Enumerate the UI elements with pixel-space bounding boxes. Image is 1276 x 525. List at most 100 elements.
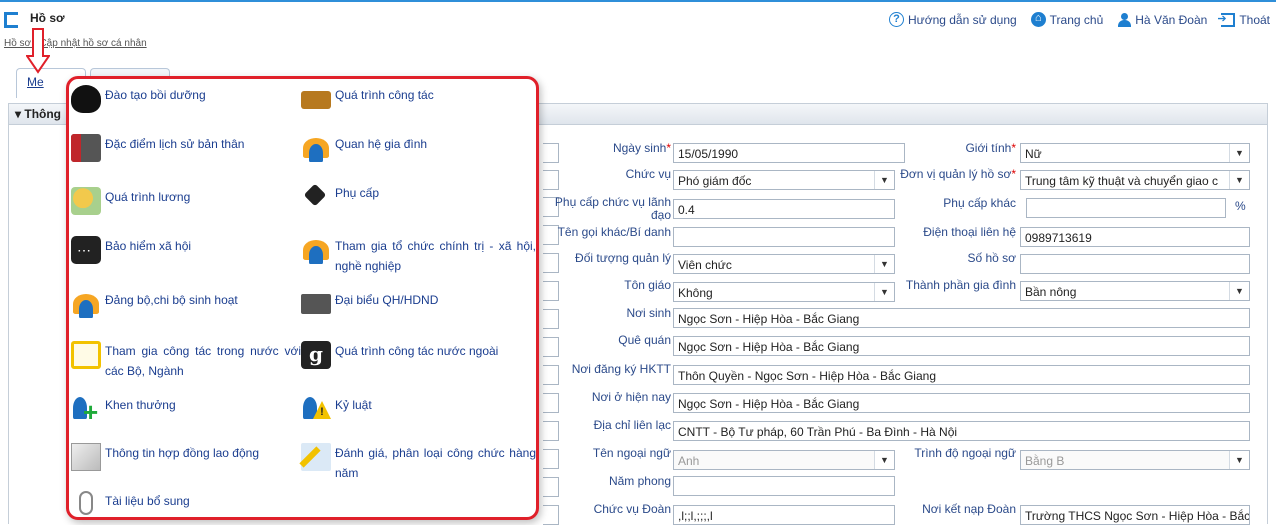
- dob-label: Ngày sinh*: [612, 141, 671, 155]
- user-label: Hà Văn Đoàn: [1135, 12, 1208, 27]
- menu-item-training[interactable]: Đào tạo bồi dưỡng: [71, 85, 296, 113]
- family-class-select[interactable]: Bần nông ▼: [1020, 281, 1250, 301]
- chevron-down-icon: ▼: [1229, 282, 1249, 300]
- delegate-card-icon: [301, 294, 331, 314]
- unit-label: Đơn vị quản lý hồ sơ*: [900, 167, 1016, 181]
- youth-join-label: Nơi kết nạp Đoàn: [922, 502, 1016, 516]
- menu-item-personal-history[interactable]: Đặc điểm lịch sử bản thân: [71, 134, 296, 162]
- menu-item-family[interactable]: Quan hệ gia đình: [301, 134, 533, 162]
- youth-position-label: Chức vụ Đoàn: [593, 502, 671, 516]
- graduation-cap-icon: [71, 85, 101, 113]
- subject-select[interactable]: Viên chức ▼: [673, 254, 895, 274]
- user-link[interactable]: Hà Văn Đoàn: [1117, 12, 1208, 27]
- language-level-label: Trình độ ngoại ngữ: [914, 446, 1016, 460]
- unit-select[interactable]: Trung tâm kỹ thuật và chuyển giao c ▼: [1020, 170, 1250, 190]
- residence-label: Nơi ở hiện nay: [591, 390, 671, 404]
- menu-item-domestic-work[interactable]: Tham gia công tác trong nước với các Bộ,…: [71, 341, 301, 381]
- annotation-arrow-icon: [26, 28, 50, 74]
- menu-item-salary[interactable]: Quá trình lương: [71, 187, 296, 215]
- coins-icon: [71, 187, 101, 215]
- family-class-label: Thành phần gia đình: [905, 278, 1016, 292]
- logout-link[interactable]: Thoát: [1217, 12, 1270, 27]
- profile-menu-popup: Đào tạo bồi dưỡng Đặc điểm lịch sử bản t…: [66, 76, 539, 520]
- address-label: Địa chỉ liên lạc: [593, 418, 671, 432]
- menu-item-labor-contract[interactable]: Thông tin hợp đồng lao động: [71, 443, 296, 471]
- chevron-down-icon: ▼: [874, 255, 894, 273]
- paperclip-icon: [79, 491, 93, 515]
- menu-item-attachments[interactable]: Tài liệu bổ sung: [71, 491, 296, 515]
- help-link[interactable]: ? Hướng dẫn sử dụng: [889, 12, 1017, 27]
- app-title: Hồ sơ: [30, 11, 65, 25]
- menu-item-work-history[interactable]: Quá trình công tác: [301, 85, 533, 109]
- award-year-input[interactable]: [673, 476, 895, 496]
- gender-select[interactable]: Nữ ▼: [1020, 143, 1250, 163]
- residence-input[interactable]: Ngọc Sơn - Hiệp Hòa - Bắc Giang: [673, 393, 1250, 413]
- menu-item-allowance[interactable]: Phụ cấp: [301, 183, 533, 211]
- top-nav: ? Hướng dẫn sử dụng ⌂ Trang chủ Hà Văn Đ…: [889, 12, 1270, 27]
- alias-input[interactable]: [673, 227, 895, 247]
- subject-label: Đối tượng quản lý: [575, 251, 671, 265]
- religion-label: Tôn giáo: [624, 278, 671, 292]
- help-icon: ?: [889, 12, 904, 27]
- document-icon: [71, 443, 101, 471]
- youth-join-input[interactable]: Trường THCS Ngọc Sơn - Hiệp Hòa - Bắc G: [1020, 505, 1250, 525]
- tag-icon: [301, 183, 331, 211]
- briefcase-icon: [301, 91, 331, 109]
- birthplace-input[interactable]: Ngọc Sơn - Hiệp Hòa - Bắc Giang: [673, 308, 1250, 328]
- warning-icon: [301, 395, 331, 423]
- alias-label: Tên gọi khác/Bí danh: [557, 225, 671, 239]
- logout-label: Thoát: [1239, 12, 1270, 27]
- phone-input[interactable]: 0989713619: [1020, 227, 1250, 247]
- leader-allowance-label: Phụ cấp chức vụ lãnh đạo: [554, 195, 671, 222]
- position-select[interactable]: Phó giám đốc ▼: [673, 170, 895, 190]
- chevron-down-icon: ▼: [1229, 171, 1249, 189]
- menu-item-organizations[interactable]: Tham gia tổ chức chính trị - xã hội, ngh…: [301, 236, 536, 276]
- bag-icon: [71, 341, 101, 369]
- menu-item-discipline[interactable]: Kỷ luật: [301, 395, 533, 423]
- position-label: Chức vụ: [625, 167, 671, 181]
- home-icon: ⌂: [1030, 12, 1046, 27]
- leader-allowance-input[interactable]: 0.4: [673, 199, 895, 219]
- user-add-icon: [71, 395, 101, 425]
- home-link[interactable]: ⌂ Trang chủ: [1030, 12, 1104, 27]
- organization-icon: [301, 236, 331, 264]
- chevron-down-icon: ▼: [1229, 451, 1249, 469]
- menu-item-delegate[interactable]: Đại biểu QH/HDND: [301, 290, 533, 314]
- id-card-icon: [71, 134, 101, 162]
- other-allowance-label: Phụ cấp khác: [943, 196, 1016, 210]
- hometown-input[interactable]: Ngọc Sơn - Hiệp Hòa - Bắc Giang: [673, 336, 1250, 356]
- menu-item-rewards[interactable]: Khen thưởng: [71, 395, 296, 425]
- language-level-select[interactable]: Bằng B ▼: [1020, 450, 1250, 470]
- menu-item-overseas-work[interactable]: g Quá trình công tác nước ngoài: [301, 341, 533, 369]
- chevron-down-icon: ▼: [1229, 144, 1249, 162]
- insurance-icon: [71, 236, 101, 264]
- dob-input[interactable]: 15/05/1990: [673, 143, 905, 163]
- hometown-label: Quê quán: [618, 333, 671, 347]
- address-input[interactable]: CNTT - Bộ Tư pháp, 60 Trần Phú - Ba Đình…: [673, 421, 1250, 441]
- overseas-icon: g: [301, 341, 331, 369]
- top-bar: Hồ sơ ? Hướng dẫn sử dụng ⌂ Trang chủ Hà…: [0, 0, 1276, 34]
- religion-select[interactable]: Không ▼: [673, 282, 895, 302]
- edit-icon: [301, 443, 331, 471]
- registration-label: Nơi đăng ký HKTT: [571, 362, 671, 376]
- home-label: Trang chủ: [1049, 12, 1104, 27]
- file-number-label: Số hồ sơ: [967, 251, 1016, 265]
- user-icon: [1117, 12, 1132, 27]
- app-icon: [4, 12, 18, 28]
- menu-item-evaluation[interactable]: Đánh giá, phân loại công chức hàng năm: [301, 443, 536, 483]
- other-allowance-input[interactable]: [1026, 198, 1226, 218]
- group-icon: [71, 290, 101, 318]
- gender-label: Giới tính*: [965, 141, 1016, 155]
- menu-item-social-insurance[interactable]: Bảo hiểm xã hội: [71, 236, 296, 264]
- percent-unit: %: [1235, 199, 1246, 213]
- menu-item-party-cell[interactable]: Đảng bộ,chi bộ sinh hoạt: [71, 290, 296, 318]
- birthplace-label: Nơi sinh: [626, 306, 671, 320]
- award-year-label: Năm phong: [608, 474, 671, 488]
- file-number-input[interactable]: [1020, 254, 1250, 274]
- phone-label: Điện thoại liên hệ: [923, 225, 1016, 239]
- registration-input[interactable]: Thôn Quyền - Ngọc Sơn - Hiệp Hòa - Bắc G…: [673, 365, 1250, 385]
- language-select[interactable]: Anh ▼: [673, 450, 895, 470]
- logout-icon: [1217, 12, 1236, 27]
- help-label: Hướng dẫn sử dụng: [908, 12, 1017, 27]
- youth-position-input[interactable]: ,l;;l,;;;,l: [673, 505, 895, 525]
